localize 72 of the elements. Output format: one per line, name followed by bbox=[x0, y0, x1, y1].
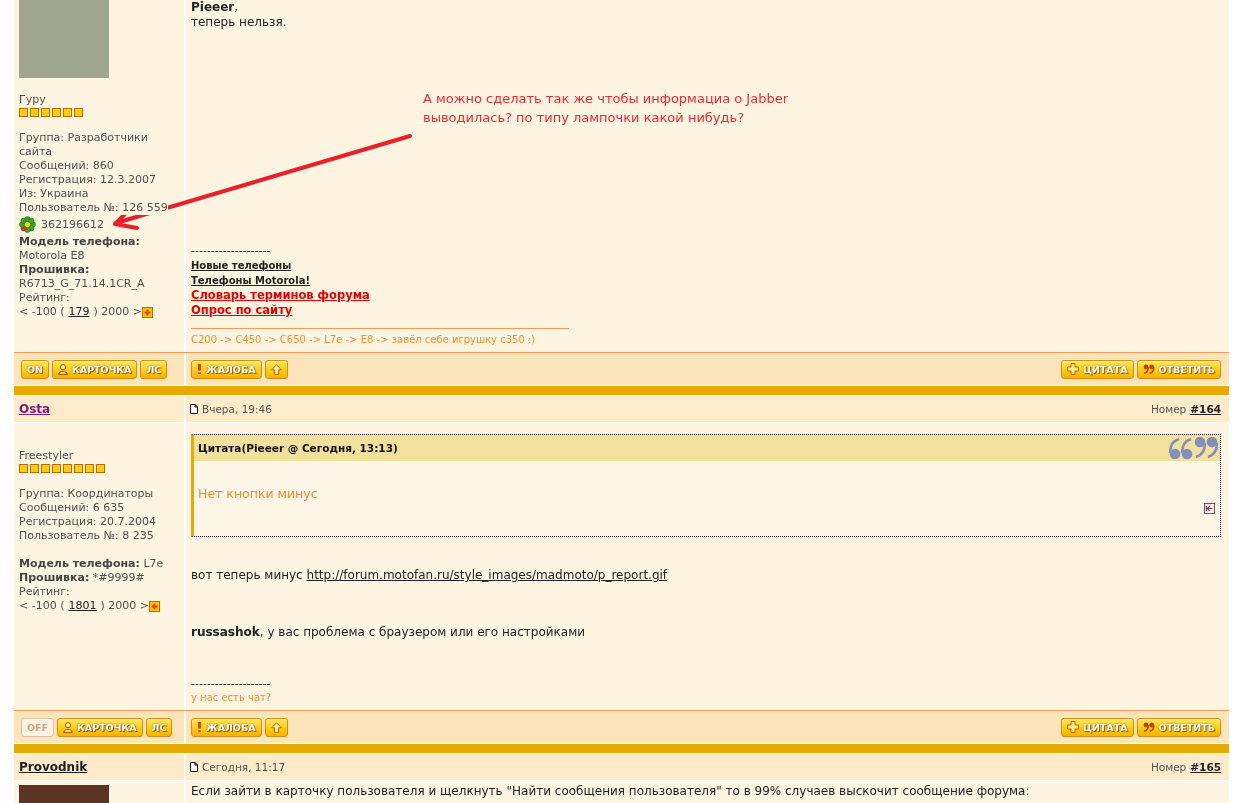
post-number-link[interactable]: #165 bbox=[1190, 761, 1221, 773]
scroll-top-button[interactable] bbox=[264, 717, 288, 737]
profile-field: Модель телефона: L7e bbox=[19, 557, 164, 571]
post-number-link[interactable]: #164 bbox=[1190, 403, 1221, 415]
profile-text: Сообщений: 860 bbox=[19, 159, 114, 173]
quote-marks-icon bbox=[1167, 435, 1219, 461]
person-icon bbox=[63, 721, 74, 733]
plus-icon[interactable] bbox=[141, 306, 153, 318]
profile-text: Из: Украина bbox=[19, 187, 89, 201]
document-icon bbox=[190, 404, 198, 414]
message-button[interactable]: ЛС bbox=[145, 717, 173, 737]
profile-text: Пользователь №: 126 559 bbox=[19, 201, 168, 215]
scroll-top-button[interactable] bbox=[264, 359, 288, 379]
post-date: Сегодня, 11:17 bbox=[202, 761, 286, 773]
rating-link[interactable]: 1801 bbox=[68, 599, 97, 613]
report-button[interactable]: ЖАЛОБА bbox=[191, 359, 262, 379]
up-arrow-icon bbox=[270, 721, 282, 733]
status-button[interactable]: OFF bbox=[21, 717, 55, 737]
profile-text: Группа: Координаторы bbox=[19, 487, 154, 501]
message-button[interactable]: ЛС bbox=[140, 359, 168, 379]
rating-text: < -100 ( bbox=[19, 305, 65, 319]
post-number-label: Номер bbox=[1150, 403, 1187, 415]
signature-link[interactable]: Новые телефоны bbox=[191, 258, 292, 273]
person-icon bbox=[58, 363, 69, 375]
quote-title: Цитата(Pieeer @ Сегодня, 13:13) bbox=[198, 442, 398, 454]
signature-dashes: -------------------- bbox=[191, 677, 271, 691]
signature-dashes: -------------------- bbox=[191, 244, 271, 258]
back-arrow-icon[interactable] bbox=[1204, 503, 1215, 514]
profile-field: Прошивка: *#9999# bbox=[19, 571, 145, 585]
post-number-label: Номер bbox=[1150, 761, 1187, 773]
up-arrow-icon bbox=[270, 363, 282, 375]
exclamation-icon bbox=[197, 363, 202, 375]
reply-button[interactable]: ОТВЕТИТЬ bbox=[1136, 717, 1221, 737]
quote-button[interactable]: ЦИТАТА bbox=[1061, 717, 1134, 737]
signature-link[interactable]: Опрос по сайту bbox=[191, 303, 293, 318]
rank-title: Freestyler bbox=[19, 449, 74, 463]
quote-button[interactable]: ЦИТАТА bbox=[1061, 359, 1134, 379]
quote-marks-icon bbox=[1142, 364, 1155, 374]
author-link[interactable]: Osta bbox=[19, 402, 51, 416]
document-icon bbox=[190, 762, 198, 772]
post-date: Вчера, 19:46 bbox=[202, 403, 272, 415]
exclamation-icon bbox=[197, 721, 202, 733]
rating-text: ) 2000 > bbox=[100, 599, 149, 613]
rating-text: ) 2000 > bbox=[93, 305, 142, 319]
profile-text: Сообщений: 6 635 bbox=[19, 501, 125, 515]
url-link[interactable]: http://forum.motofan.ru/style_images/madmoto/p_report.gif bbox=[306, 568, 668, 582]
rating-text: < -100 ( bbox=[19, 599, 65, 613]
post-text: Если зайти в карточку пользователя и щелкнуть "Найти сообщения пользователя" то в 99% случаев выскочит сообщение форума: bbox=[191, 784, 1031, 799]
author-link[interactable]: Provodnik bbox=[19, 760, 88, 774]
post-text: russashok, у вас проблема с браузером или его настройками bbox=[191, 625, 587, 640]
signature-link[interactable]: Словарь терминов форума bbox=[191, 288, 370, 303]
profile-button[interactable]: КАРТОЧКА bbox=[52, 359, 138, 379]
plus-icon bbox=[1067, 721, 1080, 733]
profile-text: Регистрация: 20.7.2004 bbox=[19, 515, 156, 529]
report-button[interactable]: ЖАЛОБА bbox=[191, 717, 262, 737]
plus-icon[interactable] bbox=[148, 600, 160, 612]
quote-marks-icon bbox=[1142, 722, 1155, 732]
status-button[interactable]: ON bbox=[21, 359, 50, 379]
flower-icon bbox=[19, 216, 36, 233]
profile-button[interactable]: КАРТОЧКА bbox=[57, 717, 143, 737]
rank-title: Гуру bbox=[19, 93, 46, 107]
post-text: вот теперь минус bbox=[191, 568, 303, 582]
signature-text: C200 -> C450 -> C650 -> L7e -> E8 -> завёл себе игрушку с350 :) bbox=[191, 333, 536, 346]
annotation-text: А можно сделать так же чтобы информациа о Jabber выводилась? по типу лампочки какой нибудь? bbox=[423, 90, 788, 127]
plus-icon bbox=[1067, 363, 1080, 375]
rating-link[interactable]: 179 bbox=[68, 305, 90, 319]
reply-button[interactable]: ОТВЕТИТЬ bbox=[1136, 359, 1221, 379]
signature-text: у нас есть чат? bbox=[191, 691, 272, 704]
post-text: Pieeer, теперь нельзя. bbox=[191, 0, 288, 30]
signature-link[interactable]: Телефоны Motorola! bbox=[191, 273, 310, 288]
quote-text: Нет кнопки минус bbox=[198, 486, 319, 502]
profile-text: Регистрация: 12.3.2007 bbox=[19, 173, 156, 187]
